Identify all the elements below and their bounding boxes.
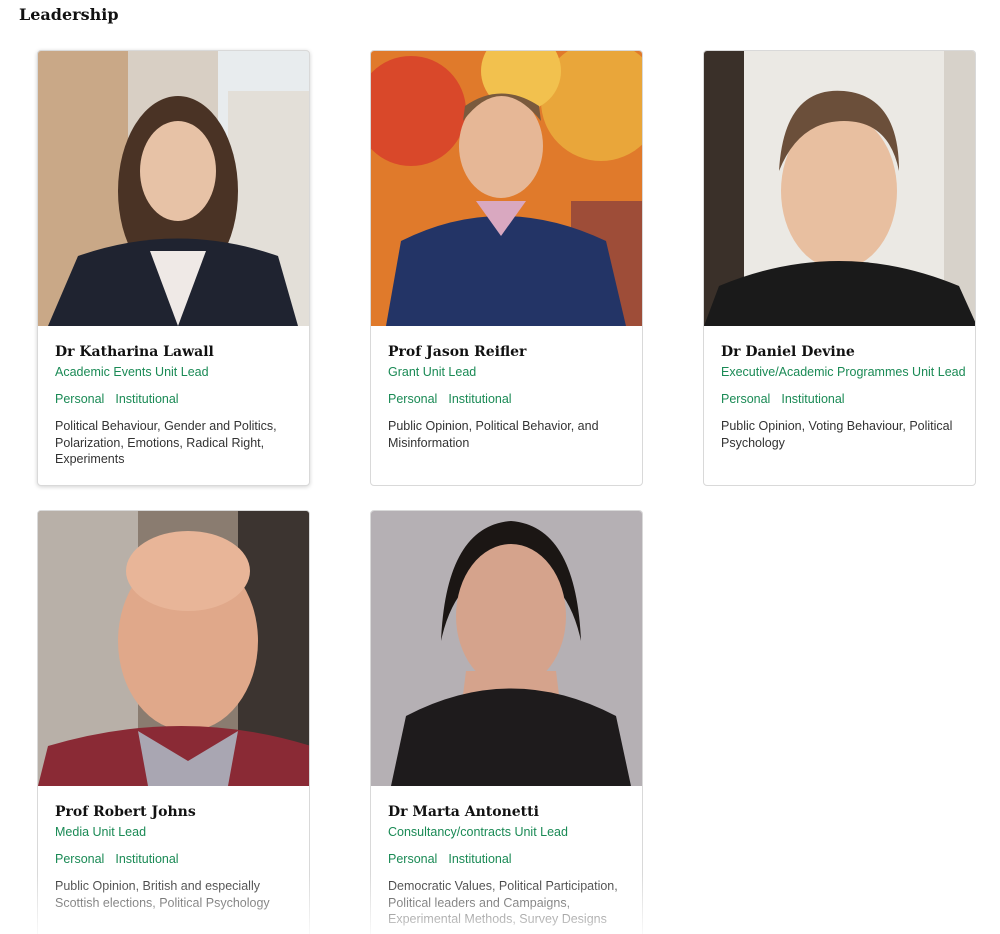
personal-link[interactable]: Personal bbox=[388, 391, 437, 407]
institutional-link[interactable]: Institutional bbox=[448, 391, 511, 407]
person-photo bbox=[371, 51, 642, 326]
institutional-link[interactable]: Institutional bbox=[781, 391, 844, 407]
person-interests: Public Opinion, Voting Behaviour, Politi… bbox=[721, 419, 953, 450]
person-role: Academic Events Unit Lead bbox=[55, 365, 209, 379]
person-photo bbox=[704, 51, 975, 326]
person-role: Media Unit Lead bbox=[55, 825, 147, 839]
person-photo bbox=[38, 51, 309, 326]
person-interests: Public Opinion, British and especially S… bbox=[55, 879, 270, 910]
personal-link[interactable]: Personal bbox=[388, 851, 437, 867]
person-interests: Democratic Values, Political Participati… bbox=[388, 879, 618, 926]
person-interests: Political Behaviour, Gender and Politics… bbox=[55, 419, 277, 466]
person-card: Prof Jason Reifler Grant Unit Lead Perso… bbox=[370, 50, 643, 486]
person-card: Dr Marta Antonetti Consultancy/contracts… bbox=[370, 510, 643, 934]
person-name: Dr Marta Antonetti bbox=[388, 804, 539, 820]
personal-link[interactable]: Personal bbox=[55, 391, 104, 407]
person-name: Prof Robert Johns bbox=[55, 804, 196, 820]
person-name: Prof Jason Reifler bbox=[388, 344, 527, 360]
person-photo bbox=[38, 511, 309, 786]
institutional-link[interactable]: Institutional bbox=[448, 851, 511, 867]
person-role: Grant Unit Lead bbox=[388, 365, 477, 379]
institutional-link[interactable]: Institutional bbox=[115, 391, 178, 407]
personal-link[interactable]: Personal bbox=[55, 851, 104, 867]
section-title: Leadership bbox=[19, 5, 119, 24]
person-role: Consultancy/contracts Unit Lead bbox=[388, 825, 568, 839]
person-card: Dr Katharina Lawall Academic Events Unit… bbox=[37, 50, 310, 486]
person-role: Executive/Academic Programmes Unit Lead bbox=[721, 365, 966, 379]
person-interests: Public Opinion, Political Behavior, and … bbox=[388, 419, 599, 450]
personal-link[interactable]: Personal bbox=[721, 391, 770, 407]
person-card: Dr Daniel Devine Executive/Academic Prog… bbox=[703, 50, 976, 486]
person-name: Dr Katharina Lawall bbox=[55, 344, 214, 360]
person-name: Dr Daniel Devine bbox=[721, 344, 855, 360]
person-photo bbox=[371, 511, 642, 786]
person-card: Prof Robert Johns Media Unit Lead Person… bbox=[37, 510, 310, 934]
institutional-link[interactable]: Institutional bbox=[115, 851, 178, 867]
